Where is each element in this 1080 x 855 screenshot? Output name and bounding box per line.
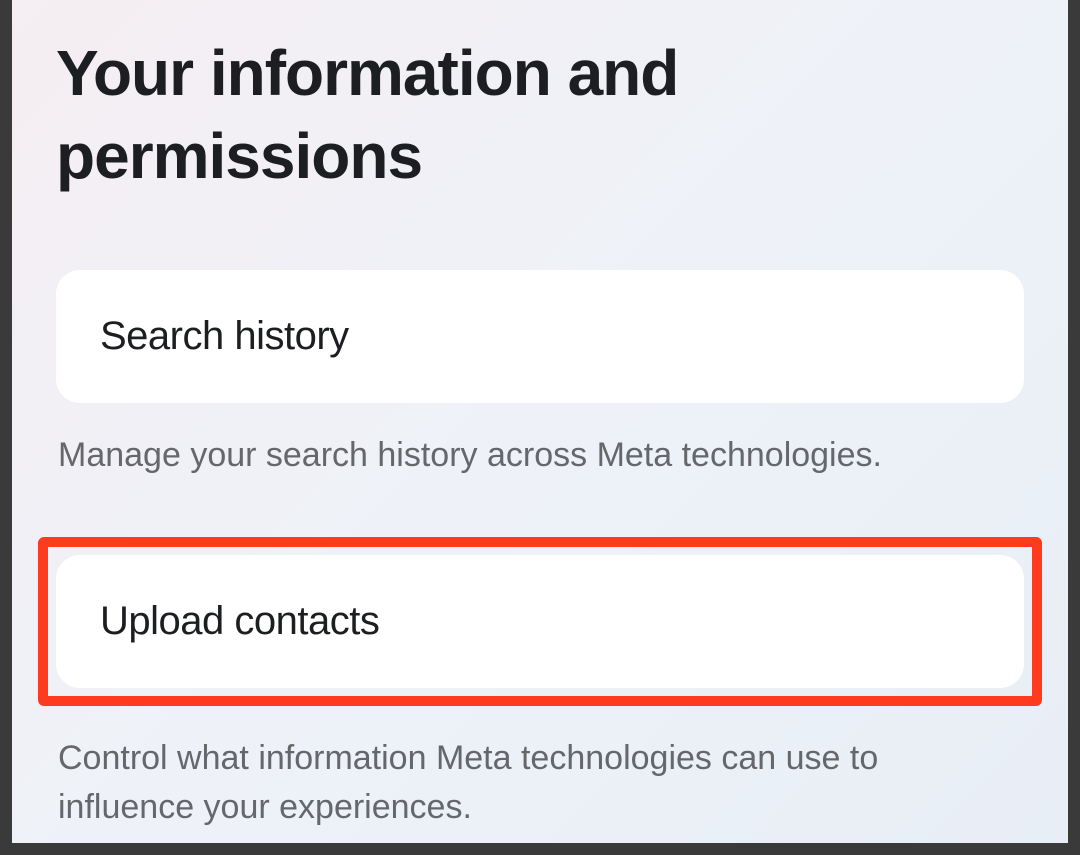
search-history-card[interactable]: Search history: [56, 270, 1024, 403]
upload-contacts-description: Control what information Meta technologi…: [56, 734, 1024, 833]
upload-contacts-title: Upload contacts: [100, 599, 980, 644]
main-content: Your information and permissions Search …: [0, 0, 1080, 832]
page-title: Your information and permissions: [56, 32, 1024, 198]
device-frame-right: [1068, 0, 1080, 855]
search-history-description: Manage your search history across Meta t…: [56, 431, 1024, 480]
upload-contacts-card[interactable]: Upload contacts: [56, 555, 1024, 688]
device-frame-bottom: [0, 843, 1080, 855]
upload-contacts-highlight: Upload contacts: [38, 537, 1042, 706]
device-frame-left: [0, 0, 12, 855]
search-history-title: Search history: [100, 314, 980, 359]
